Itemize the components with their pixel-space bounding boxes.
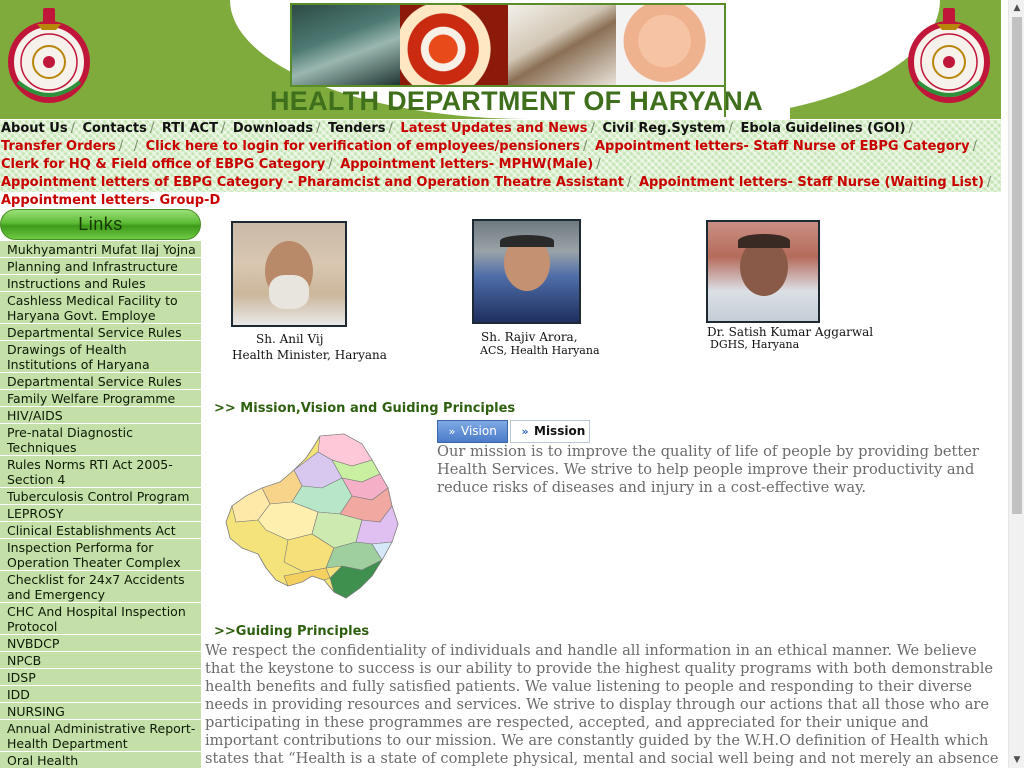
dghs-name: Dr. Satish Kumar Aggarwal [707,325,874,339]
acs-photo [472,219,581,324]
nav-appointment-pharmacist[interactable]: Appointment letters of EBPG Category - P… [1,175,624,190]
sidebar-item-npcb[interactable]: NPCB [0,652,201,669]
links-header: Links [0,209,201,240]
nav-separator: / [583,139,588,154]
sidebar-item-annual-report[interactable]: Annual Administrative Report-Health Depa… [0,720,201,752]
nav-appointment-mphw[interactable]: Appointment letters- MPHW(Male) [340,157,593,172]
nav-transfer-orders[interactable]: Transfer Orders [1,139,116,154]
mission-text: Our mission is to improve the quality of… [437,443,979,496]
baby-photo [616,5,724,85]
sidebar-item-instructions-rules[interactable]: Instructions and Rules [0,275,201,292]
nav-separator: / [220,121,226,136]
haryana-emblem-icon [8,8,90,103]
dghs-photo [706,220,820,323]
sidebar-item-mufat-ilaj-yojna[interactable]: Mukhyamantri Mufat Ilaj Yojna [0,241,201,258]
sidebar-item-tuberculosis[interactable]: Tuberculosis Control Program [0,488,201,505]
sidebar-item-cashless-medical[interactable]: Cashless Medical Facility to Haryana Gov… [0,292,201,324]
nav-latest-updates[interactable]: Latest Updates and News [400,121,587,136]
nav-separator: / [70,121,75,136]
nav-separator: / [388,121,393,136]
double-chevron-right-icon: » [448,425,456,438]
links-sidebar: Links Mukhyamantri Mufat Ilaj Yojna Plan… [0,209,201,768]
tab-vision[interactable]: » Vision [437,420,508,443]
site-title: HEALTH DEPARTMENT OF HARYANA [270,86,763,116]
nav-separator: / [596,157,601,172]
tab-mission[interactable]: » Mission [510,420,590,443]
tab-vision-label: Vision [461,424,497,438]
guiding-principles-text: We respect the confidentiality of indivi… [205,642,999,767]
scroll-up-arrow-icon[interactable]: ▲ [1009,0,1024,16]
double-chevron-right-icon: » [521,425,529,438]
sidebar-item-drawings-institutions[interactable]: Drawings of Health Institutions of Harya… [0,341,201,373]
nav-separator: / [908,121,913,136]
sidebar-item-leprosy[interactable]: LEPROSY [0,505,201,522]
sidebar-item-idd[interactable]: IDD [0,686,201,703]
site-header: HEALTH DEPARTMENT OF HARYANA [0,0,1001,119]
nav-separator: / [986,175,992,190]
sidebar-item-nursing[interactable]: NURSING [0,703,201,720]
nav-separator: / [133,139,139,154]
acs-name: Sh. Rajiv Arora, [481,330,578,344]
sidebar-item-departmental-service-rules[interactable]: Departmental Service Rules [0,324,201,341]
nav-separator: / [149,121,155,136]
nav-downloads[interactable]: Downloads [233,121,313,136]
top-navigation: About Us / Contacts / RTI ACT / Downloads / … [0,120,1001,208]
nav-appointment-group-d[interactable]: Appointment letters- Group-D [1,193,220,208]
nav-separator: / [316,121,321,136]
sidebar-item-clinical-establishments[interactable]: Clinical Establishments Act [0,522,201,539]
nav-clerk-hq[interactable]: Clerk for HQ & Field office of EBPG Cate… [1,157,325,172]
sidebar-item-inspection-ot[interactable]: Inspection Performa for Operation Theate… [0,539,201,571]
nav-separator: / [118,139,124,154]
nav-separator: / [972,139,977,154]
banner-photo-strip [290,3,726,87]
nav-separator: / [590,121,595,136]
nav-separator: / [728,121,733,136]
acs-designation: ACS, Health Haryana [480,344,600,357]
haryana-district-map [225,433,399,599]
sidebar-item-prenatal-diagnostic[interactable]: Pre-natal Diagnostic Techniques [0,424,201,456]
nav-tenders[interactable]: Tenders [328,121,385,136]
injection-photo [508,5,616,85]
haryana-emblem-icon [908,8,990,103]
minister-name: Sh. Anil Vij [256,332,324,346]
minister-photo [231,221,347,327]
scroll-down-arrow-icon[interactable]: ▼ [1009,752,1024,768]
nav-appointment-waiting-list[interactable]: Appointment letters- Staff Nurse (Waitin… [639,175,984,190]
nav-rti-act[interactable]: RTI ACT [162,121,218,136]
dghs-designation: DGHS, Haryana [710,338,800,351]
links-list: Mukhyamantri Mufat Ilaj Yojna Planning a… [0,241,201,768]
header-divider [724,86,726,117]
sidebar-item-rti-rules[interactable]: Rules Norms RTI Act 2005-Section 4 [0,456,201,488]
nav-appointment-staff-nurse[interactable]: Appointment letters- Staff Nurse of EBPG… [595,139,970,154]
tab-mission-label: Mission [534,424,586,438]
sidebar-item-checklist-emergency[interactable]: Checklist for 24x7 Accidents and Emergen… [0,571,201,603]
nav-ebola-guidelines[interactable]: Ebola Guidelines (GOI) [741,121,906,136]
page-scrollbar[interactable]: ▲ ▼ [1008,0,1024,768]
nav-civil-reg-system[interactable]: Civil Reg.System [602,121,725,136]
pills-photo [400,5,508,85]
sidebar-item-chc-inspection[interactable]: CHC And Hospital Inspection Protocol [0,603,201,635]
mission-vision-heading: >> Mission,Vision and Guiding Principles [214,401,516,416]
sidebar-item-oral-health[interactable]: Oral Health [0,752,201,768]
nav-separator: / [627,175,632,190]
minister-designation: Health Minister, Haryana [232,348,387,362]
nav-contacts[interactable]: Contacts [83,121,147,136]
guiding-principles-heading: >>Guiding Principles [214,624,370,639]
nav-login-verification[interactable]: Click here to login for verification of … [146,139,580,154]
sidebar-item-family-welfare[interactable]: Family Welfare Programme [0,390,201,407]
scrollbar-thumb[interactable] [1012,17,1022,514]
nav-about-us[interactable]: About Us [1,121,68,136]
sidebar-item-idsp[interactable]: IDSP [0,669,201,686]
sidebar-item-hiv-aids[interactable]: HIV/AIDS [0,407,201,424]
sidebar-item-departmental-service-rules-2[interactable]: Departmental Service Rules [0,373,201,390]
sidebar-item-planning-infrastructure[interactable]: Planning and Infrastructure [0,258,201,275]
nav-separator: / [328,157,333,172]
sidebar-item-nvbdcp[interactable]: NVBDCP [0,635,201,652]
surgery-photo [292,5,400,85]
